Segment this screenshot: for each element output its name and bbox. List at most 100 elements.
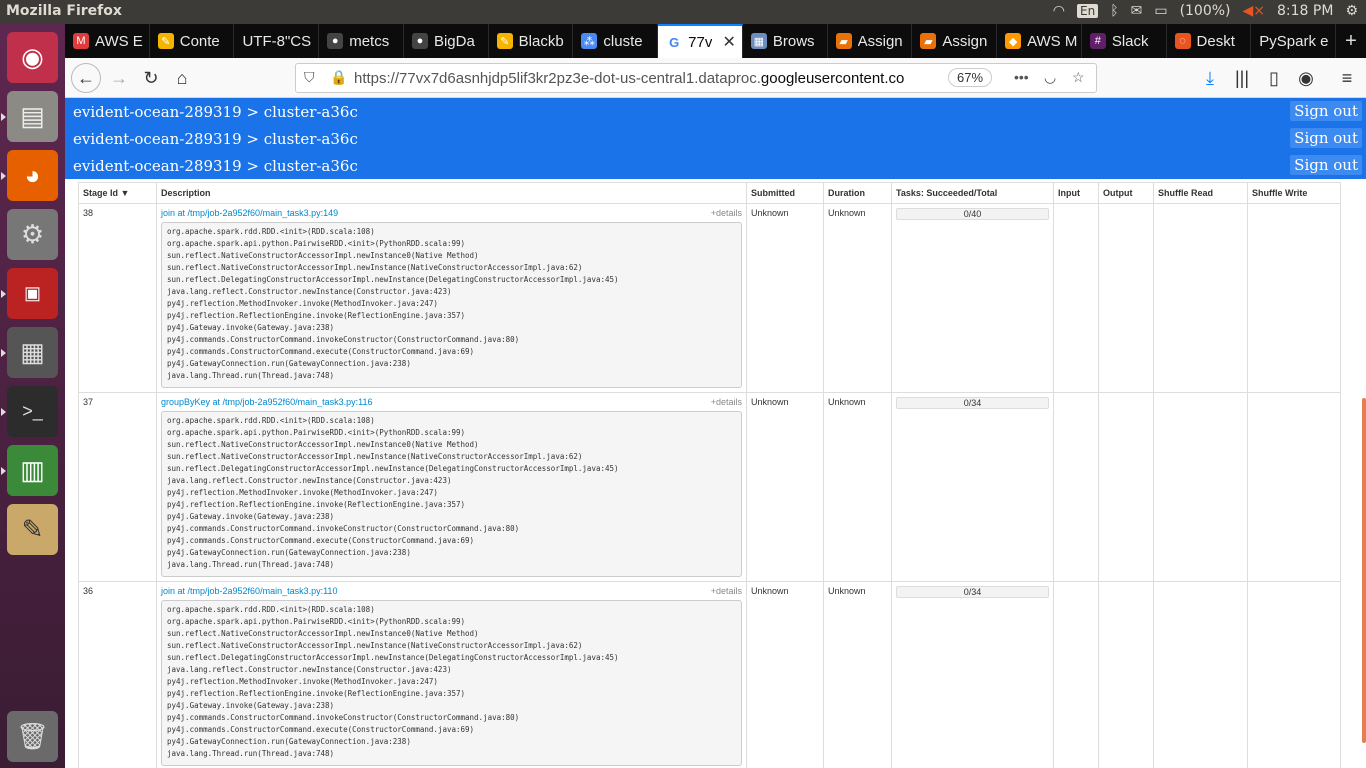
browser-tab[interactable]: ✎ Blackb — [489, 24, 574, 58]
browser-tab[interactable]: M AWS E — [65, 24, 150, 58]
bluetooth-icon[interactable]: ᛒ — [1110, 3, 1118, 19]
url-bar[interactable]: ⛉ 🔒 https://77vx7d6asnhjdp5lif3kr2pz3e-d… — [295, 63, 1097, 93]
page-actions-icon[interactable]: ••• — [1014, 69, 1029, 85]
input-cell — [1053, 581, 1099, 768]
column-header-tasks[interactable]: Tasks: Succeeded/Total — [891, 182, 1054, 204]
forward-button[interactable]: → — [105, 64, 133, 92]
files-icon[interactable]: ▤ — [1, 91, 58, 142]
grid-tab-icon: ▦ — [750, 33, 767, 49]
browser-tab[interactable]: UTF-8"CS — [234, 24, 320, 58]
text-editor-icon[interactable]: ✎ — [7, 504, 58, 555]
column-header-submitted[interactable]: Submitted — [746, 182, 824, 204]
browser-tab-active[interactable]: G 77v ✕ — [658, 24, 743, 58]
library-icon[interactable]: ||| — [1228, 64, 1256, 92]
browser-tab[interactable]: ✎ Conte — [150, 24, 235, 58]
ubuntu-dash-icon[interactable]: ◉ — [7, 32, 58, 83]
browser-tab[interactable]: ▰ Assign — [828, 24, 913, 58]
clock[interactable]: 8:18 PM — [1277, 3, 1333, 19]
tasks-cell: 0/34 — [891, 392, 1054, 582]
browser-tab[interactable]: PySpark e — [1251, 24, 1337, 58]
downloads-icon[interactable]: ⤓ — [1196, 64, 1224, 92]
header-bar: evident-ocean-289319 > cluster-a36c Sign… — [65, 152, 1366, 179]
tasks-cell: 0/40 — [891, 203, 1054, 393]
table-header-row: Stage Id ▼ Description Submitted Duratio… — [78, 182, 1341, 204]
reload-button[interactable]: ↻ — [137, 64, 165, 92]
details-toggle[interactable]: +details — [711, 397, 742, 407]
column-header-duration[interactable]: Duration — [823, 182, 892, 204]
column-header-input[interactable]: Input — [1053, 182, 1099, 204]
breadcrumb[interactable]: evident-ocean-289319 > cluster-a36c — [73, 157, 358, 175]
trash-icon[interactable]: 🗑 — [7, 711, 58, 762]
close-tab-icon[interactable]: ✕ — [722, 32, 735, 52]
sign-out-button[interactable]: Sign out — [1290, 101, 1362, 121]
details-toggle[interactable]: +details — [711, 586, 742, 596]
sign-out-button[interactable]: Sign out — [1290, 155, 1362, 175]
terminal-icon[interactable]: >_ — [1, 386, 58, 437]
slack-tab-icon: # — [1089, 33, 1106, 49]
new-tab-icon[interactable]: + — [1336, 24, 1366, 58]
browser-tab[interactable]: ⁂ cluste — [573, 24, 659, 58]
sort-descending-icon: ▼ — [120, 188, 130, 198]
settings-tools-icon[interactable]: ⚙ — [7, 209, 58, 260]
stage-description-link[interactable]: join at /tmp/job-2a952f60/main_task3.py:… — [161, 208, 338, 218]
navigation-bar: ← → ↻ ⌂ ⛉ 🔒 https://77vx7d6asnhjdp5lif3k… — [65, 58, 1366, 98]
details-toggle[interactable]: +details — [711, 208, 742, 218]
home-button[interactable]: ⌂ — [168, 64, 196, 92]
output-cell — [1098, 392, 1154, 582]
browser-tab[interactable]: ● metcs — [319, 24, 404, 58]
lock-icon[interactable]: 🔒 — [330, 69, 347, 86]
sidebar-icon[interactable]: ▯ — [1260, 64, 1288, 92]
column-header-output[interactable]: Output — [1098, 182, 1154, 204]
page-content: evident-ocean-289319 > cluster-a36c Sign… — [65, 98, 1366, 768]
account-icon[interactable]: ◉ — [1292, 64, 1320, 92]
github-tab-icon: ● — [327, 33, 344, 49]
browser-tab[interactable]: ▦ Brows — [743, 24, 828, 58]
tab-strip: M AWS E ✎ Conte UTF-8"CS ● metcs ● BigDa ✎ Bl… — [65, 24, 1366, 58]
task-progress-bar: 0/34 — [896, 586, 1049, 598]
breadcrumb[interactable]: evident-ocean-289319 > cluster-a36c — [73, 130, 358, 148]
zoom-level-button[interactable]: 67% — [948, 68, 993, 87]
shuffle-write-cell — [1247, 203, 1341, 393]
battery-icon[interactable]: ▭ — [1154, 3, 1167, 19]
menu-hamburger-icon[interactable]: ≡ — [1333, 64, 1361, 92]
shuffle-read-cell — [1153, 392, 1248, 582]
volume-muted-icon[interactable]: ◀× — [1243, 3, 1266, 19]
browser-tab[interactable]: ◌ Deskt — [1167, 24, 1252, 58]
description-cell: join at /tmp/job-2a952f60/main_task3.py:… — [156, 581, 747, 768]
stage-description-link[interactable]: groupByKey at /tmp/job-2a952f60/main_tas… — [161, 397, 372, 407]
bookmark-star-icon[interactable]: ☆ — [1072, 69, 1085, 86]
system-top-bar: Mozilla Firefox ◠ En ᛒ ✉ ▭ (100%) ◀× 8:1… — [0, 0, 1366, 24]
pocket-icon[interactable]: ◡ — [1044, 69, 1056, 86]
stage-description-link[interactable]: join at /tmp/job-2a952f60/main_task3.py:… — [161, 586, 337, 596]
book-tab-icon: ▰ — [920, 33, 937, 49]
settings-gear-icon[interactable]: ⚙ — [1345, 3, 1358, 19]
browser-tab[interactable]: ● BigDa — [404, 24, 489, 58]
task-progress-bar: 0/40 — [896, 208, 1049, 220]
terminal-app-icon[interactable]: ▣ — [1, 268, 58, 319]
url-text[interactable]: https://77vx7d6asnhjdp5lif3kr2pz3e-dot-u… — [354, 70, 944, 87]
firefox-icon[interactable]: ◕ — [1, 150, 58, 201]
browser-tab[interactable]: ▰ Assign — [912, 24, 998, 58]
column-header-description[interactable]: Description — [156, 182, 747, 204]
breadcrumb[interactable]: evident-ocean-289319 > cluster-a36c — [73, 103, 358, 121]
shield-icon[interactable]: ⛉ — [304, 69, 315, 86]
github-tab-icon: ● — [411, 33, 428, 49]
calculator-icon[interactable]: ▦ — [1, 327, 58, 378]
aws-box-tab-icon: ◆ — [1005, 33, 1022, 49]
column-header-shuffle-write[interactable]: Shuffle Write — [1247, 182, 1341, 204]
battery-percent[interactable]: (100%) — [1180, 3, 1231, 19]
browser-tab[interactable]: ◆ AWS M — [997, 24, 1082, 58]
scrollbar-thumb[interactable] — [1362, 398, 1366, 743]
browser-tab[interactable]: # Slack — [1082, 24, 1167, 58]
duration-cell: Unknown — [823, 392, 892, 582]
stack-trace: org.apache.spark.rdd.RDD.<init>(RDD.scal… — [161, 411, 742, 577]
sign-out-button[interactable]: Sign out — [1290, 128, 1362, 148]
column-header-stage-id[interactable]: Stage Id ▼ — [78, 182, 157, 204]
keyboard-layout-indicator[interactable]: En — [1077, 4, 1099, 18]
back-button[interactable]: ← — [71, 63, 101, 93]
wifi-icon[interactable]: ◠ — [1053, 3, 1065, 19]
spreadsheet-icon[interactable]: ▥ — [1, 445, 58, 496]
column-header-shuffle-read[interactable]: Shuffle Read — [1153, 182, 1248, 204]
mail-icon[interactable]: ✉ — [1131, 3, 1143, 19]
dataproc-tab-icon: ⁂ — [581, 33, 598, 49]
